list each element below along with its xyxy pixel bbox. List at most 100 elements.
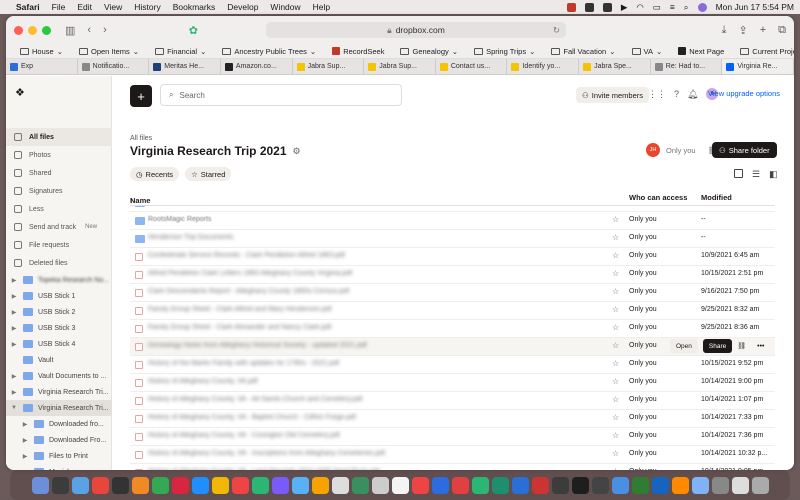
upgrade-link[interactable]: View upgrade options — [708, 89, 780, 98]
share-icon[interactable]: ⇪ — [738, 24, 747, 37]
dock-app-icon[interactable] — [751, 476, 769, 494]
chevron-right-icon[interactable]: ▶ — [10, 293, 18, 300]
star-icon[interactable]: ☆ — [612, 215, 619, 224]
forward-icon[interactable]: › — [103, 24, 107, 36]
breadcrumb[interactable]: All files — [130, 135, 152, 142]
play-icon[interactable]: ▶ — [621, 2, 628, 13]
sidebar-item[interactable]: Deleted files — [6, 254, 112, 272]
chevron-right-icon[interactable]: ▶ — [10, 341, 18, 348]
table-row[interactable]: History of Alleghany County, VA - Inscri… — [130, 446, 775, 464]
star-icon[interactable]: ☆ — [612, 305, 619, 314]
apps-grid-icon[interactable]: ⋮⋮ — [648, 89, 666, 100]
status-app-icon[interactable] — [602, 2, 612, 12]
more-icon[interactable]: ••• — [757, 343, 764, 350]
dock-app-icon[interactable] — [311, 476, 329, 494]
tree-item[interactable]: Vault — [6, 352, 112, 368]
favorite-item[interactable]: Current Projects⌄ — [740, 47, 794, 56]
battery-icon[interactable]: ▭ — [653, 2, 661, 13]
file-name[interactable]: History of Alleghany County, VA - Baptis… — [148, 414, 403, 421]
browser-tab[interactable]: Exp — [6, 59, 78, 74]
dock-app-icon[interactable] — [291, 476, 309, 494]
table-row[interactable]: History of Alleghany County, VA - Baptis… — [130, 410, 775, 428]
table-row[interactable]: History of Alleghany County, VA - Coving… — [130, 428, 775, 446]
table-row[interactable]: Alfred Pendleton Clark Letters 1863 Alle… — [130, 266, 775, 284]
sidebar-item[interactable]: File requests — [6, 236, 112, 254]
tree-item[interactable]: ▶ USB Stick 4 — [6, 336, 112, 352]
dock-app-icon[interactable] — [551, 476, 569, 494]
create-new-button[interactable]: + — [130, 85, 152, 107]
star-icon[interactable]: ☆ — [612, 323, 619, 332]
dock-app-icon[interactable] — [231, 476, 249, 494]
zoom-window-button[interactable] — [42, 25, 51, 35]
dock-app-icon[interactable] — [531, 476, 549, 494]
browser-tab[interactable]: Contact us... — [436, 59, 508, 74]
favorite-item[interactable]: Open Items ⌄ — [78, 47, 139, 56]
search-input[interactable]: ⌕ Search — [160, 84, 402, 106]
starred-chip[interactable]: ☆ Starred — [185, 167, 232, 181]
file-name[interactable]: History of Alleghany County, VA - Coving… — [148, 432, 403, 439]
new-tab-icon[interactable]: + — [760, 24, 766, 37]
star-icon[interactable]: ☆ — [612, 251, 619, 260]
file-name[interactable]: RootsMagic Reports — [148, 216, 403, 223]
favorite-item[interactable]: Genealogy ⌄ — [400, 47, 458, 56]
tab-overview-icon[interactable]: ⧉ — [778, 24, 786, 37]
control-center-icon[interactable]: ≡ — [670, 2, 675, 12]
browser-tab[interactable]: Re: Had to... — [651, 59, 723, 74]
dock-app-icon[interactable] — [391, 476, 409, 494]
tree-item[interactable]: ▶ USB Stick 1 — [6, 288, 112, 304]
star-icon[interactable]: ☆ — [612, 377, 619, 386]
table-row[interactable]: Genealogy Notes from Alleghany Historica… — [130, 338, 775, 356]
column-who[interactable]: Who can access — [629, 193, 687, 202]
column-modified[interactable]: Modified — [701, 193, 732, 202]
chevron-right-icon[interactable]: ▶ — [10, 325, 18, 332]
dock-app-icon[interactable] — [171, 476, 189, 494]
table-row[interactable]: Henderson Trip Documents ☆ Only you -- — [130, 230, 775, 248]
dock-app-icon[interactable] — [571, 476, 589, 494]
table-row[interactable]: History of the Martin Family with update… — [130, 356, 775, 374]
dock-app-icon[interactable] — [611, 476, 629, 494]
tree-item[interactable]: ▶ Downloaded fro... — [6, 416, 112, 432]
dock-app-icon[interactable] — [111, 476, 129, 494]
menu-develop[interactable]: Develop — [227, 2, 258, 12]
file-name[interactable]: Family Group Sheet - Clark Alexander and… — [148, 324, 403, 331]
address-bar[interactable]: 🔒︎ dropbox.com ↻ — [266, 22, 566, 38]
menu-help[interactable]: Help — [313, 2, 330, 12]
star-icon[interactable]: ☆ — [612, 413, 619, 422]
star-icon[interactable]: ☆ — [612, 233, 619, 242]
star-icon[interactable]: ☆ — [612, 449, 619, 458]
star-icon[interactable]: ☆ — [612, 395, 619, 404]
dock-app-icon[interactable] — [91, 476, 109, 494]
downloads-icon[interactable]: ⤓ — [722, 24, 727, 37]
browser-tab[interactable]: Virginia Re... — [722, 59, 794, 74]
extension-icon[interactable]: ✿ — [189, 24, 198, 37]
favorite-item[interactable]: Financial ⌄ — [155, 47, 206, 56]
recents-chip[interactable]: ◷ Recents — [130, 167, 180, 181]
table-row[interactable]: Family Group Sheet - Clark Alfred and Ma… — [130, 302, 775, 320]
gear-icon[interactable]: ⚙ — [293, 146, 301, 157]
tree-item[interactable]: ▶ USB Stick 2 — [6, 304, 112, 320]
file-name[interactable]: History of Alleghany County, VA.pdf — [148, 378, 403, 385]
sidebar-toggle-icon[interactable]: ▥ — [65, 24, 75, 37]
dock-app-icon[interactable] — [71, 476, 89, 494]
dock-app-icon[interactable] — [351, 476, 369, 494]
dock-app-icon[interactable] — [631, 476, 649, 494]
siri-icon[interactable] — [697, 2, 707, 12]
file-name[interactable]: Genealogy Notes from Alleghany Historica… — [148, 342, 403, 349]
search-icon[interactable]: ⌕ — [684, 2, 689, 13]
dock-app-icon[interactable] — [191, 476, 209, 494]
browser-tab[interactable]: Jabra Sup... — [364, 59, 436, 74]
table-row[interactable]: History of Alleghany County, VA - All Sa… — [130, 392, 775, 410]
favorite-item[interactable]: Next Page — [678, 47, 724, 56]
menu-bookmarks[interactable]: Bookmarks — [173, 2, 216, 12]
dock-app-icon[interactable] — [411, 476, 429, 494]
chevron-down-icon[interactable]: ▼ — [10, 405, 18, 411]
dock-app-icon[interactable] — [491, 476, 509, 494]
status-app-icon[interactable] — [584, 2, 594, 12]
chevron-right-icon[interactable]: ▶ — [10, 373, 18, 380]
dock-app-icon[interactable] — [451, 476, 469, 494]
browser-tab[interactable]: Notificatio... — [78, 59, 150, 74]
file-name[interactable]: Henderson Trip Documents — [148, 234, 403, 241]
menu-app-name[interactable]: Safari — [16, 2, 40, 12]
menu-file[interactable]: File — [52, 2, 66, 12]
favorite-item[interactable]: Ancestry Public Trees ⌄ — [222, 47, 316, 56]
